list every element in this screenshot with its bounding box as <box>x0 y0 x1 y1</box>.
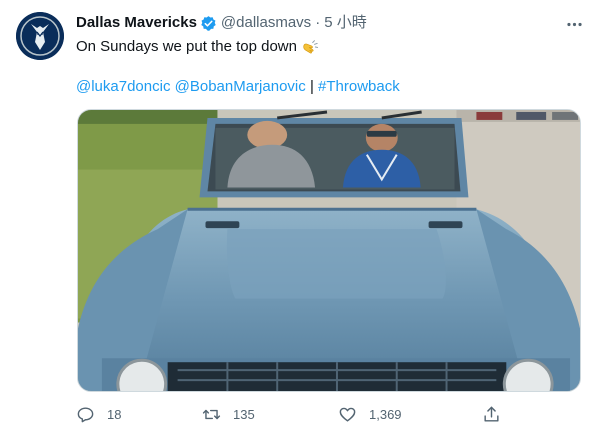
tweet-actions-bar: 18 135 1,369 <box>76 402 506 426</box>
mavericks-logo-icon <box>16 12 64 60</box>
tweet-text: On Sundays we put the top down @luka7don… <box>76 37 580 97</box>
tweet-header: Dallas Mavericks @dallasmavs · 5 小時 <box>76 13 560 33</box>
reply-button[interactable]: 18 <box>76 402 121 426</box>
reply-icon <box>77 406 94 422</box>
retweet-count: 135 <box>233 406 255 422</box>
tweet-text-line: On Sundays we put the top down <box>76 38 297 55</box>
mention-luka[interactable]: @luka7doncic <box>76 78 170 95</box>
share-button[interactable] <box>482 402 501 426</box>
share-icon <box>484 406 499 422</box>
verified-badge-icon <box>200 15 217 32</box>
retweet-button[interactable]: 135 <box>202 402 255 426</box>
reply-count: 18 <box>107 406 122 422</box>
separator-dot: · <box>315 14 321 31</box>
text-divider: | <box>309 78 314 95</box>
heart-icon <box>339 407 356 422</box>
tweet-media-photo[interactable] <box>77 109 581 392</box>
like-button[interactable]: 1,369 <box>338 402 402 426</box>
timestamp[interactable]: 5 小時 <box>324 13 367 33</box>
display-name[interactable]: Dallas Mavericks <box>76 13 197 33</box>
vintage-bronco-photo <box>78 110 580 391</box>
retweet-icon <box>202 409 221 419</box>
avatar[interactable] <box>16 12 64 60</box>
user-handle[interactable]: @dallasmavs <box>221 13 311 33</box>
waving-hand-icon <box>301 38 319 56</box>
hashtag-throwback[interactable]: #Throwback <box>318 78 400 95</box>
ellipsis-icon <box>566 22 582 26</box>
tweet-card[interactable]: Dallas Mavericks @dallasmavs · 5 小時 On S… <box>0 0 600 439</box>
like-count: 1,369 <box>369 406 402 422</box>
mention-boban[interactable]: @BobanMarjanovic <box>175 78 306 95</box>
more-options-button[interactable] <box>562 12 586 36</box>
